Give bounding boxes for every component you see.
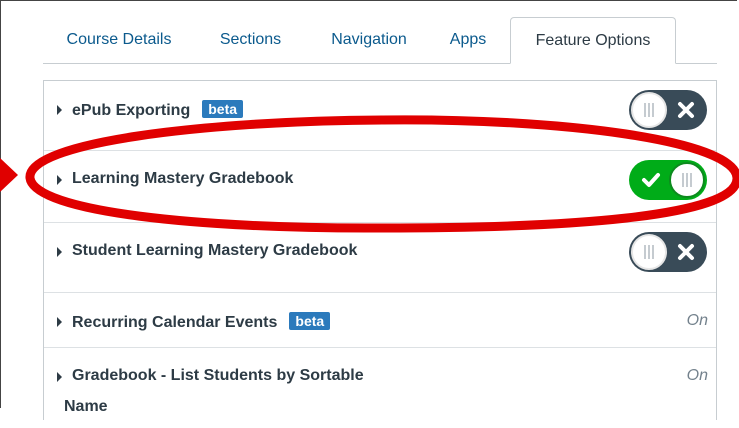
- toggle-knob: [631, 234, 667, 270]
- tab-feature-options[interactable]: Feature Options: [510, 17, 676, 64]
- x-icon: [678, 244, 694, 260]
- epub-exporting-toggle[interactable]: [629, 90, 707, 130]
- feature-row-epub-exporting: ePub Exporting beta: [44, 81, 716, 151]
- feature-toggle-expand[interactable]: Recurring Calendar Events beta: [57, 312, 331, 332]
- beta-badge: beta: [289, 312, 331, 330]
- feature-row-gradebook-list-students: Gradebook - List Students by Sortable Na…: [44, 348, 716, 428]
- caret-right-icon: [57, 175, 62, 185]
- feature-label: Student Learning Mastery Gradebook: [72, 242, 358, 259]
- beta-badge: beta: [202, 100, 244, 118]
- feature-options-list: ePub Exporting beta Learning Mastery Grad…: [43, 80, 717, 420]
- caret-right-icon: [57, 372, 62, 382]
- toggle-knob: [631, 92, 667, 128]
- feature-label: Recurring Calendar Events: [72, 314, 278, 331]
- feature-state-text: On: [686, 367, 708, 384]
- check-icon: [642, 173, 660, 187]
- tab-sections[interactable]: Sections: [203, 17, 298, 63]
- x-icon: [678, 102, 694, 118]
- caret-right-icon: [57, 317, 62, 327]
- student-learning-mastery-gradebook-toggle[interactable]: [629, 232, 707, 272]
- tab-navigation[interactable]: Navigation: [313, 17, 425, 63]
- feature-toggle-expand[interactable]: Learning Mastery Gradebook: [57, 170, 294, 188]
- caret-right-icon: [57, 247, 62, 257]
- feature-row-recurring-calendar-events: Recurring Calendar Events beta On: [44, 293, 716, 348]
- tab-apps[interactable]: Apps: [435, 17, 501, 63]
- feature-label: Learning Mastery Gradebook: [72, 170, 294, 187]
- feature-toggle-expand[interactable]: Gradebook - List Students by Sortable: [57, 367, 364, 385]
- caret-right-icon: [57, 105, 62, 115]
- feature-toggle-expand[interactable]: Student Learning Mastery Gradebook: [57, 242, 358, 260]
- settings-tabs: Course Details Sections Navigation Apps …: [43, 17, 717, 64]
- feature-label: ePub Exporting: [72, 102, 191, 119]
- learning-mastery-gradebook-toggle[interactable]: [629, 160, 707, 200]
- feature-toggle-expand[interactable]: ePub Exporting beta: [57, 100, 244, 120]
- feature-label-continued: Name: [64, 398, 108, 415]
- feature-row-student-learning-mastery-gradebook: Student Learning Mastery Gradebook: [44, 223, 716, 293]
- tab-course-details[interactable]: Course Details: [49, 17, 189, 63]
- feature-label: Gradebook - List Students by Sortable: [72, 367, 364, 384]
- toggle-knob: [669, 162, 705, 198]
- feature-row-learning-mastery-gradebook: Learning Mastery Gradebook: [44, 151, 716, 223]
- feature-state-text: On: [686, 312, 708, 329]
